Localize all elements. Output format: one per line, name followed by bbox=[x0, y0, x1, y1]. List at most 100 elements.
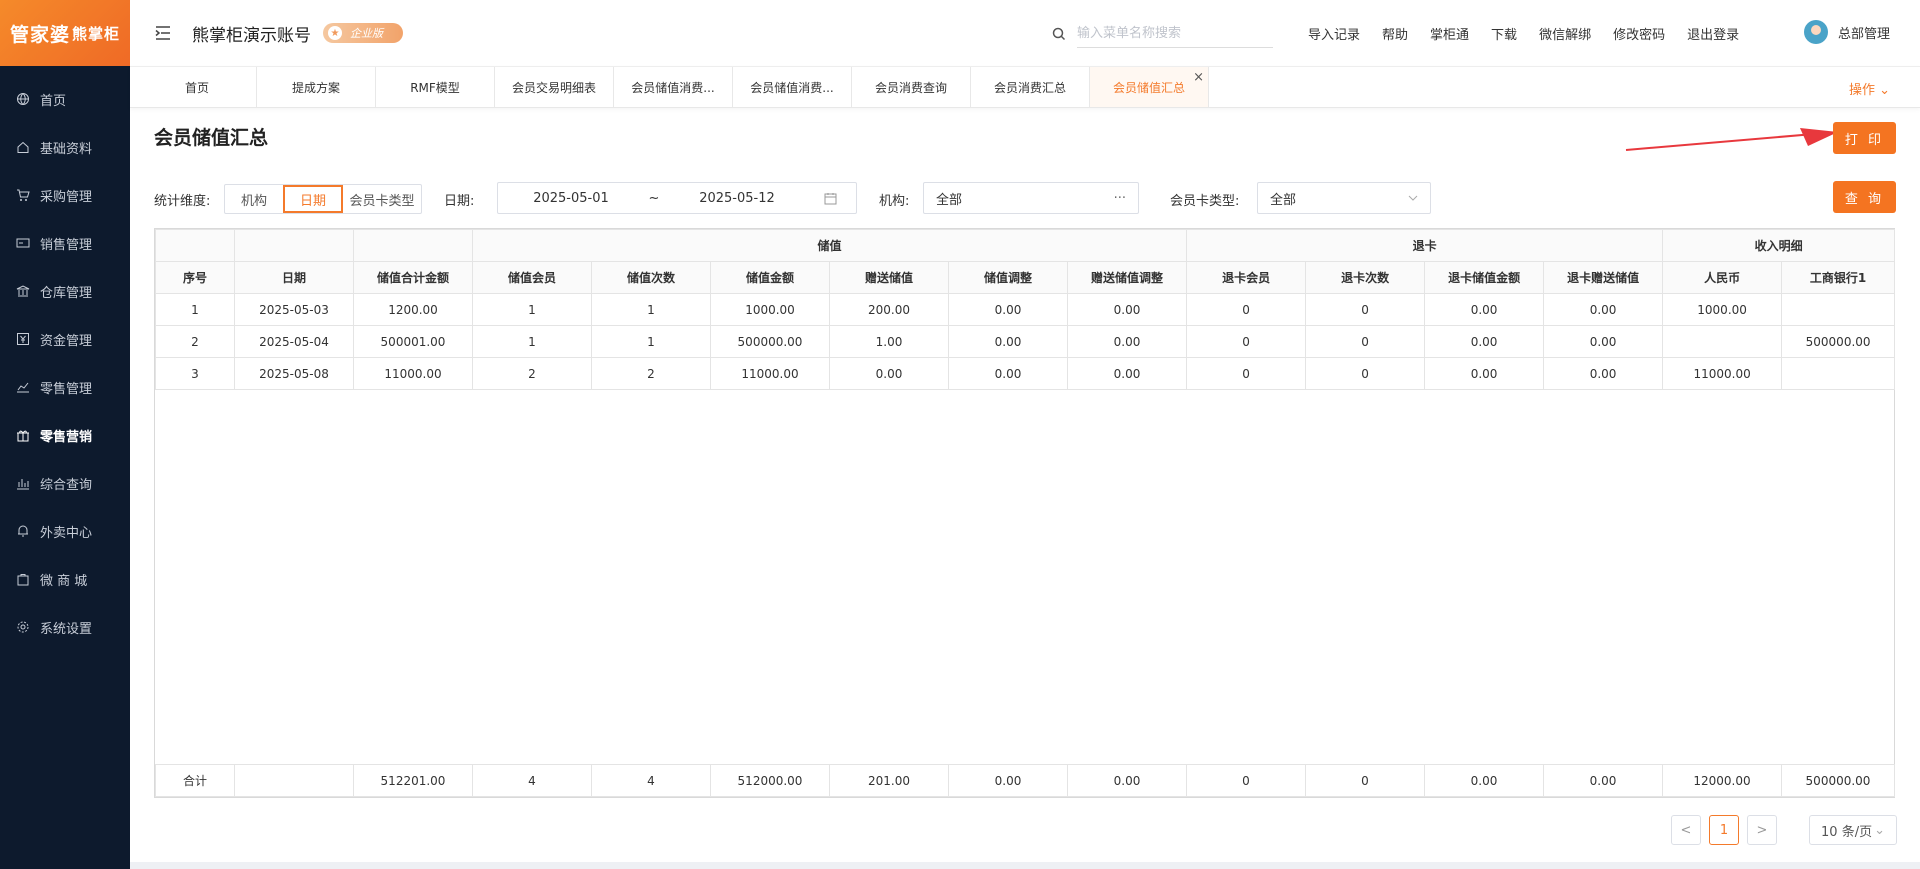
dimension-cardtype[interactable]: 会员卡类型 bbox=[343, 185, 421, 213]
column-header[interactable]: 退卡次数 bbox=[1305, 261, 1426, 294]
sidebar-item-2[interactable]: 采购管理 bbox=[0, 171, 130, 219]
search-icon[interactable] bbox=[1051, 26, 1067, 42]
calendar-icon[interactable] bbox=[824, 192, 837, 205]
header-link-3[interactable]: 下载 bbox=[1491, 24, 1517, 43]
page-1-button[interactable]: 1 bbox=[1709, 815, 1739, 845]
total-cell: 512201.00 bbox=[353, 764, 473, 797]
header-link-0[interactable]: 导入记录 bbox=[1308, 24, 1360, 43]
header-link-1[interactable]: 帮助 bbox=[1382, 24, 1408, 43]
dimension-org[interactable]: 机构 bbox=[225, 185, 283, 213]
table-cell: 2 bbox=[472, 357, 592, 390]
group-header-row: 储值 退卡 收入明细 bbox=[155, 229, 1896, 262]
column-header[interactable]: 储值金额 bbox=[710, 261, 830, 294]
column-header[interactable]: 退卡储值金额 bbox=[1424, 261, 1545, 294]
cardtype-select[interactable]: 全部 bbox=[1257, 182, 1431, 214]
tab-1[interactable]: 提成方案 bbox=[257, 67, 376, 107]
tab-7[interactable]: 会员消费汇总 bbox=[971, 67, 1090, 107]
print-button[interactable]: 打 印 bbox=[1833, 122, 1896, 154]
sidebar-item-9[interactable]: 外卖中心 bbox=[0, 507, 130, 555]
yen-icon bbox=[16, 332, 30, 346]
header-link-5[interactable]: 修改密码 bbox=[1613, 24, 1665, 43]
table-cell: 11000.00 bbox=[353, 357, 473, 390]
column-header[interactable]: 储值会员 bbox=[472, 261, 592, 294]
search-input[interactable] bbox=[1077, 20, 1273, 48]
page-title: 会员储值汇总 bbox=[154, 127, 269, 149]
date-end[interactable]: 2025-05-12 bbox=[664, 191, 810, 206]
table-footer: 合计 512201.00 4 4 512000.00 201.00 0.00 0.00 0 0 0.… bbox=[155, 764, 1895, 797]
sidebar-item-7[interactable]: 零售营销 bbox=[0, 411, 130, 459]
column-header[interactable]: 序号 bbox=[155, 261, 235, 294]
table-row[interactable]: 1 2025-05-03 1200.00 1 1 1000.00 200.00 0.00 0.0… bbox=[155, 293, 1896, 326]
tab-5[interactable]: 会员储值消费... bbox=[733, 67, 852, 107]
sidebar-item-4[interactable]: 仓库管理 bbox=[0, 267, 130, 315]
total-cell: 4 bbox=[591, 764, 711, 797]
group-header-refund: 退卡 bbox=[1186, 229, 1664, 262]
table-row[interactable]: 2 2025-05-04 500001.00 1 1 500000.00 1.00 0.00 0… bbox=[155, 325, 1896, 358]
bag-icon bbox=[16, 572, 30, 586]
column-header[interactable]: 储值合计金额 bbox=[353, 261, 473, 294]
column-header[interactable]: 工商银行1 bbox=[1781, 261, 1896, 294]
logo[interactable]: 管家婆 熊掌柜 bbox=[0, 0, 130, 66]
menu-toggle-icon[interactable] bbox=[154, 24, 172, 42]
sidebar-item-label: 零售管理 bbox=[40, 381, 93, 397]
date-range-picker[interactable]: 2025-05-01 ~ 2025-05-12 bbox=[497, 182, 857, 214]
header-link-4[interactable]: 微信解绑 bbox=[1539, 24, 1591, 43]
header-link-2[interactable]: 掌柜通 bbox=[1430, 24, 1469, 43]
sidebar-item-label: 零售营销 bbox=[40, 429, 93, 445]
sidebar-item-0[interactable]: 首页 bbox=[0, 75, 130, 123]
column-header[interactable]: 人民币 bbox=[1662, 261, 1783, 294]
sidebar-item-label: 微 商 城 bbox=[40, 573, 88, 589]
column-header[interactable]: 储值次数 bbox=[591, 261, 711, 294]
close-icon[interactable]: × bbox=[1193, 70, 1204, 85]
ops-dropdown[interactable]: 操作 ⌄ bbox=[1849, 79, 1890, 98]
table-cell: 1200.00 bbox=[353, 293, 473, 326]
table-cell: 0 bbox=[1305, 325, 1426, 358]
column-header[interactable]: 赠送储值调整 bbox=[1066, 261, 1188, 294]
page-size-value: 10 条/页 bbox=[1821, 824, 1873, 840]
tab-8[interactable]: 会员储值汇总 × bbox=[1090, 67, 1209, 107]
table-row[interactable]: 3 2025-05-08 11000.00 2 2 11000.00 0.00 0.00 0.0… bbox=[155, 357, 1896, 390]
sidebar-item-label: 资金管理 bbox=[40, 333, 93, 349]
page-size-select[interactable]: 10 条/页 ⌄ bbox=[1809, 815, 1897, 845]
tab-3[interactable]: 会员交易明细表 bbox=[495, 67, 614, 107]
sidebar-item-1[interactable]: 基础资料 bbox=[0, 123, 130, 171]
query-button[interactable]: 查 询 bbox=[1833, 181, 1896, 213]
date-start[interactable]: 2025-05-01 bbox=[498, 191, 644, 206]
total-cell: 0 bbox=[1305, 764, 1425, 797]
table-cell: 0.00 bbox=[948, 357, 1068, 390]
column-header[interactable]: 退卡赠送储值 bbox=[1543, 261, 1664, 294]
prev-page-button[interactable]: < bbox=[1671, 815, 1701, 845]
tab-4[interactable]: 会员储值消费... bbox=[614, 67, 733, 107]
logo-sub: 熊掌柜 bbox=[72, 24, 121, 43]
tab-0[interactable]: 首页 bbox=[138, 67, 257, 107]
dimension-date[interactable]: 日期 bbox=[283, 185, 343, 213]
table-cell: 0 bbox=[1305, 293, 1426, 326]
gear-icon bbox=[16, 620, 30, 634]
sidebar-item-8[interactable]: 综合查询 bbox=[0, 459, 130, 507]
next-page-button[interactable]: > bbox=[1747, 815, 1777, 845]
group-header bbox=[353, 229, 473, 262]
sidebar-item-11[interactable]: 系统设置 bbox=[0, 603, 130, 651]
sidebar-item-6[interactable]: 零售管理 bbox=[0, 363, 130, 411]
sidebar-item-3[interactable]: 销售管理 bbox=[0, 219, 130, 267]
filter-bar: 统计维度: 机构 日期 会员卡类型 日期: 2025-05-01 ~ 2025-… bbox=[154, 182, 1814, 214]
bank-icon bbox=[16, 284, 30, 298]
header-link-6[interactable]: 退出登录 bbox=[1687, 24, 1739, 43]
table-cell: 500000.00 bbox=[710, 325, 830, 358]
column-header[interactable]: 退卡会员 bbox=[1186, 261, 1307, 294]
column-header[interactable]: 储值调整 bbox=[948, 261, 1068, 294]
group-header-income: 收入明细 bbox=[1662, 229, 1896, 262]
sidebar-item-10[interactable]: 微 商 城 bbox=[0, 555, 130, 603]
tab-2[interactable]: RMF模型 bbox=[376, 67, 495, 107]
column-header[interactable]: 日期 bbox=[234, 261, 354, 294]
user-menu[interactable]: 总部管理 bbox=[1803, 20, 1890, 44]
tab-6[interactable]: 会员消费查询 bbox=[852, 67, 971, 107]
table-cell: 1000.00 bbox=[1662, 293, 1783, 326]
sidebar-item-5[interactable]: 资金管理 bbox=[0, 315, 130, 363]
column-header-row: 序号 日期 储值合计金额 储值会员 储值次数 储值金额 赠送储值 储值调整 赠送储值调整 退卡会员… bbox=[155, 261, 1896, 294]
table-cell: 1 bbox=[591, 325, 711, 358]
org-select[interactable]: 全部 ··· bbox=[923, 182, 1139, 214]
more-icon[interactable]: ··· bbox=[1114, 191, 1126, 206]
column-header[interactable]: 赠送储值 bbox=[829, 261, 949, 294]
avatar[interactable] bbox=[1803, 20, 1828, 44]
